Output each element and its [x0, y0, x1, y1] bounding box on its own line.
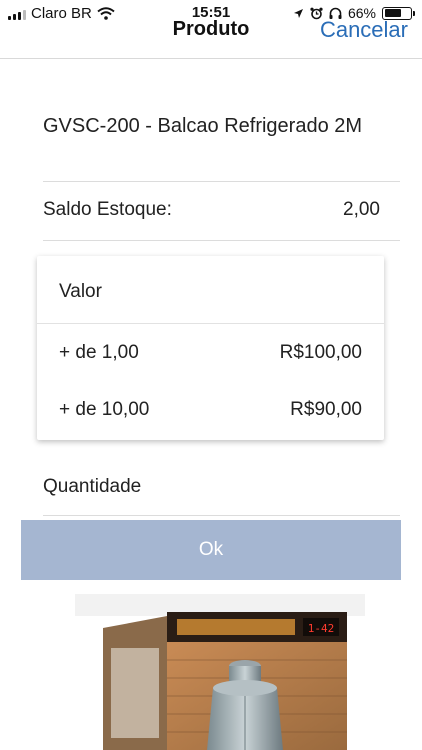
divider: [43, 181, 400, 182]
ok-button[interactable]: Ok: [21, 520, 401, 580]
tier-quantity: + de 10,00: [59, 399, 150, 420]
nav-bar: Produto Cancelar: [0, 0, 422, 59]
tier-price: R$100,00: [279, 342, 362, 363]
price-tier-row: + de 1,00 R$100,00: [59, 342, 362, 364]
divider: [43, 240, 400, 241]
refrigerated-counter-illustration: 1-42: [75, 588, 365, 750]
price-card: Valor + de 1,00 R$100,00 + de 10,00 R$90…: [37, 256, 384, 440]
price-card-divider: [37, 323, 384, 324]
tier-price: R$90,00: [290, 399, 362, 420]
product-name: GVSC-200 - Balcao Refrigerado 2M: [43, 115, 363, 137]
quantity-underline: [43, 515, 400, 516]
price-header: Valor: [59, 281, 102, 302]
stock-row: Saldo Estoque: 2,00: [43, 199, 380, 221]
price-tier-row: + de 10,00 R$90,00: [59, 399, 362, 421]
quantity-field[interactable]: Quantidade: [43, 476, 141, 498]
tier-quantity: + de 1,00: [59, 342, 139, 363]
cancel-button[interactable]: Cancelar: [320, 17, 408, 43]
product-image: 1-42: [75, 588, 365, 750]
stock-value: 2,00: [343, 199, 380, 220]
counter-display-text: 1-42: [308, 622, 335, 635]
stock-label: Saldo Estoque:: [43, 199, 172, 220]
